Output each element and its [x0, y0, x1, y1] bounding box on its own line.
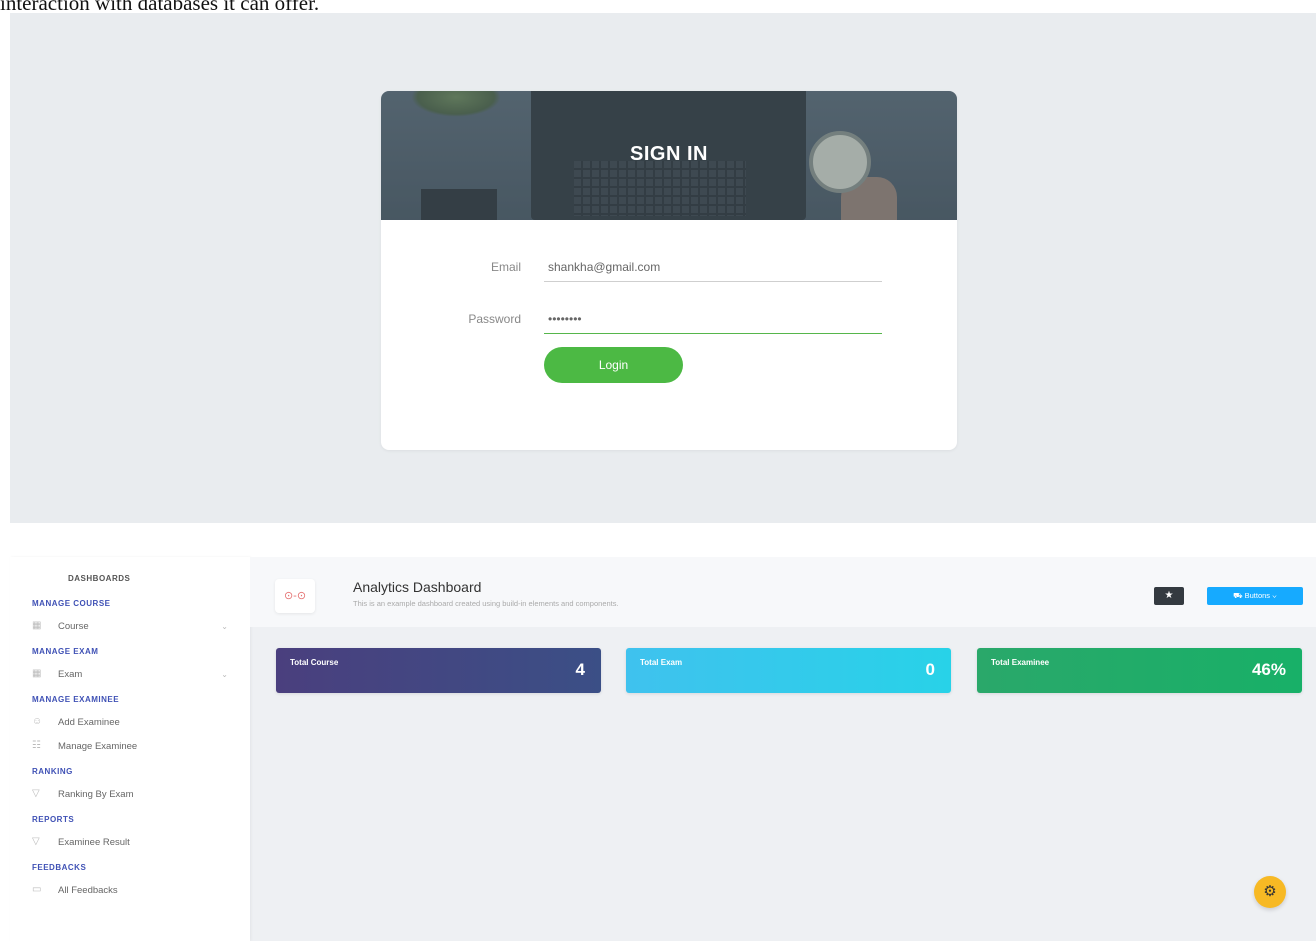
- sidebar-heading-manage-exam: MANAGE EXAM: [32, 647, 99, 656]
- login-title: SIGN IN: [630, 143, 708, 165]
- sidebar-heading-reports: REPORTS: [32, 815, 75, 824]
- stat-value: 4: [575, 660, 585, 679]
- signin-screenshot: SIGN IN Email Password Login: [10, 13, 1316, 523]
- chevron-down-icon: ⌄: [221, 622, 228, 631]
- page-subtitle: This is an example dashboard created usi…: [353, 599, 619, 608]
- sidebar-item-label: Add Examinee: [58, 717, 120, 728]
- password-field[interactable]: [544, 304, 882, 334]
- users-icon: ☷: [32, 740, 41, 752]
- car-icon: ⊙-⊙: [275, 579, 315, 613]
- sidebar-item-label: Examinee Result: [58, 837, 130, 848]
- grid-icon: ▦: [32, 620, 42, 632]
- stat-value: 0: [925, 660, 935, 679]
- password-row: Password: [381, 304, 957, 336]
- sidebar-heading-manage-course: MANAGE COURSE: [32, 599, 111, 608]
- stat-card-total-course: Total Course 4: [276, 648, 601, 693]
- chat-icon: ▭: [32, 884, 42, 896]
- sidebar-item-label: Exam: [58, 669, 83, 680]
- grid-icon: ▦: [32, 668, 42, 680]
- page-title: Analytics Dashboard: [353, 579, 482, 595]
- page-header: ⊙-⊙ Analytics Dashboard This is an examp…: [250, 557, 1316, 627]
- user-add-icon: ☺: [32, 716, 43, 728]
- sidebar-heading-dashboards[interactable]: DASHBOARDS: [68, 574, 130, 583]
- login-card: SIGN IN Email Password Login: [381, 91, 957, 450]
- stat-card-total-exam: Total Exam 0: [626, 648, 951, 693]
- sidebar-item-ranking-by-exam[interactable]: ▽ Ranking By Exam: [32, 789, 228, 805]
- sidebar-item-all-feedbacks[interactable]: ▭ All Feedbacks: [32, 885, 228, 901]
- sidebar-item-manage-examinee[interactable]: ☷ Manage Examinee: [32, 741, 228, 757]
- stat-value: 46%: [1251, 660, 1286, 679]
- sidebar-item-examinee-result[interactable]: ▽ Examinee Result: [32, 837, 228, 853]
- buttons-dropdown[interactable]: ⛟ Buttons ⌄: [1207, 587, 1303, 605]
- dashboard-screenshot: DASHBOARDS MANAGE COURSE ▦ Course ⌄ MANAG…: [10, 557, 1316, 941]
- sidebar-heading-feedbacks: FEEDBACKS: [32, 863, 87, 872]
- settings-gear-button[interactable]: ⚙: [1254, 876, 1286, 908]
- stat-label: Total Course: [290, 658, 339, 667]
- trophy-icon: ▽: [32, 788, 40, 800]
- email-row: Email: [381, 252, 957, 284]
- trophy-icon: ▽: [32, 836, 40, 848]
- stat-label: Total Exam: [640, 658, 683, 667]
- sidebar-heading-manage-examinee: MANAGE EXAMINEE: [32, 695, 120, 704]
- email-field[interactable]: [544, 252, 882, 282]
- sidebar-item-course[interactable]: ▦ Course ⌄: [32, 621, 228, 637]
- login-hero-image: SIGN IN: [381, 91, 957, 220]
- sidebar-item-label: Course: [58, 621, 89, 632]
- chevron-down-icon: ⌄: [221, 670, 228, 679]
- email-label: Email: [490, 260, 521, 274]
- document-caption: interaction with databases it can offer.: [0, 0, 320, 13]
- login-button[interactable]: Login: [544, 347, 683, 383]
- star-button[interactable]: ★: [1154, 587, 1184, 605]
- sidebar-item-exam[interactable]: ▦ Exam ⌄: [32, 669, 228, 685]
- sidebar-item-add-examinee[interactable]: ☺ Add Examinee: [32, 717, 228, 733]
- sidebar-item-label: All Feedbacks: [58, 885, 118, 896]
- sidebar: DASHBOARDS MANAGE COURSE ▦ Course ⌄ MANAG…: [10, 557, 250, 941]
- password-label: Password: [468, 312, 521, 326]
- dashboard-main: ⊙-⊙ Analytics Dashboard This is an examp…: [250, 557, 1316, 941]
- stat-label: Total Examinee: [991, 658, 1050, 667]
- sidebar-item-label: Manage Examinee: [58, 741, 138, 752]
- sidebar-heading-ranking: RANKING: [32, 767, 73, 776]
- sidebar-item-label: Ranking By Exam: [58, 789, 134, 800]
- stat-card-total-examinee: Total Examinee 46%: [977, 648, 1302, 693]
